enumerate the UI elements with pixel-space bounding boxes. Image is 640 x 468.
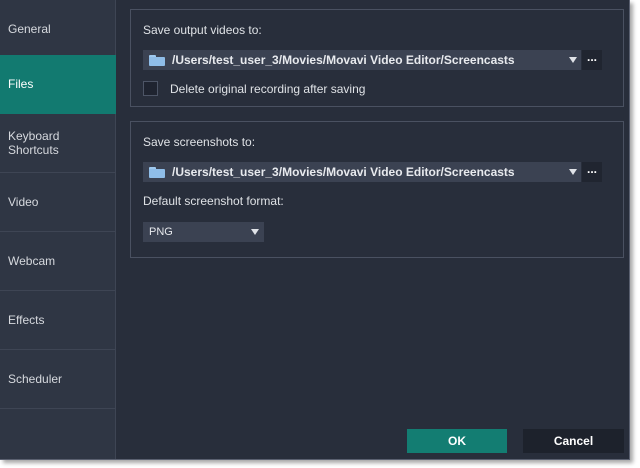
output-videos-group: Save output videos to: /Users/test_user_…	[130, 9, 624, 107]
sidebar-item-keyboard-shortcuts[interactable]: Keyboard Shortcuts	[0, 114, 116, 173]
delete-original-label: Delete original recording after saving	[170, 82, 366, 96]
browse-videos-button[interactable]: ...	[582, 50, 602, 70]
sidebar-item-video[interactable]: Video	[0, 173, 116, 232]
videos-path-dropdown[interactable]: /Users/test_user_3/Movies/Movavi Video E…	[143, 50, 581, 70]
sidebar-item-label: Files	[8, 77, 34, 91]
sidebar-item-files[interactable]: Files	[0, 55, 116, 114]
sidebar-item-webcam[interactable]: Webcam	[0, 232, 116, 291]
save-videos-label: Save output videos to:	[143, 23, 262, 37]
delete-original-checkbox[interactable]	[143, 81, 158, 96]
sidebar-item-scheduler[interactable]: Scheduler	[0, 350, 116, 409]
ok-button[interactable]: OK	[407, 429, 507, 453]
sidebar-item-label: Scheduler	[8, 372, 63, 386]
screenshot-format-label: Default screenshot format:	[143, 194, 284, 208]
sidebar: General Files Keyboard Shortcuts Video W…	[0, 0, 116, 459]
screenshots-group: Save screenshots to: /Users/test_user_3/…	[130, 121, 624, 258]
screenshots-path-text: /Users/test_user_3/Movies/Movavi Video E…	[172, 165, 515, 179]
sidebar-item-general[interactable]: General	[0, 0, 116, 59]
sidebar-item-effects[interactable]: Effects	[0, 291, 116, 350]
sidebar-item-label: Effects	[8, 313, 45, 327]
folder-icon	[149, 55, 165, 66]
sidebar-item-label: Keyboard Shortcuts	[8, 129, 60, 157]
folder-icon	[149, 167, 165, 178]
sidebar-item-label: Webcam	[8, 254, 56, 268]
cancel-button[interactable]: Cancel	[523, 429, 624, 453]
chevron-down-icon	[251, 229, 259, 235]
screenshot-format-select[interactable]: PNG	[143, 222, 264, 242]
chevron-down-icon	[569, 57, 577, 63]
save-screenshots-label: Save screenshots to:	[143, 135, 256, 149]
sidebar-item-label: General	[8, 22, 51, 36]
screenshots-path-dropdown[interactable]: /Users/test_user_3/Movies/Movavi Video E…	[143, 162, 581, 182]
browse-screenshots-button[interactable]: ...	[582, 162, 602, 182]
videos-path-text: /Users/test_user_3/Movies/Movavi Video E…	[172, 53, 515, 67]
preferences-window: General Files Keyboard Shortcuts Video W…	[0, 0, 630, 460]
sidebar-item-label: Video	[8, 195, 39, 209]
chevron-down-icon	[569, 169, 577, 175]
screenshot-format-value: PNG	[149, 226, 173, 238]
